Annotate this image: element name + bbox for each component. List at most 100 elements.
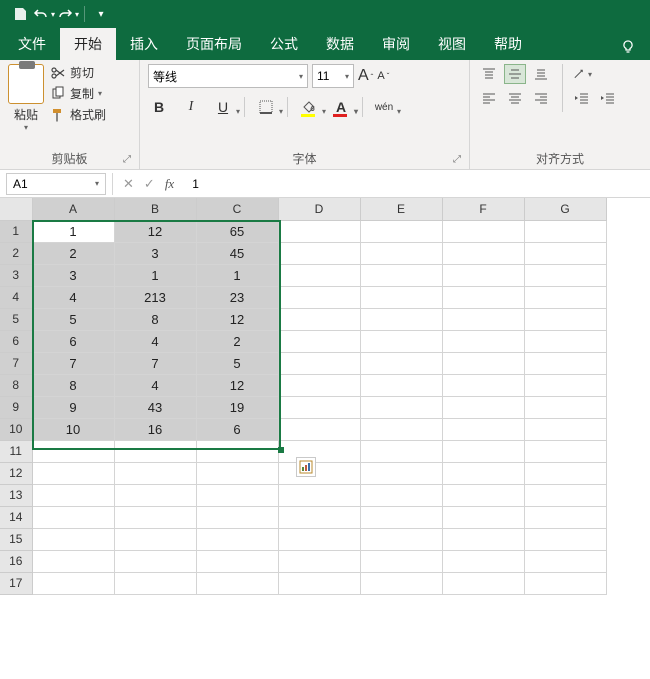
cell[interactable] [278, 572, 360, 594]
customize-qat-icon[interactable]: ▾ [89, 2, 113, 26]
name-box[interactable]: A1 ▾ [6, 173, 106, 195]
cell[interactable] [360, 572, 442, 594]
cell[interactable] [32, 506, 114, 528]
column-header[interactable]: B [114, 198, 196, 220]
cell[interactable] [442, 506, 524, 528]
column-header[interactable]: E [360, 198, 442, 220]
cell[interactable] [360, 242, 442, 264]
decrease-indent-button[interactable] [571, 88, 593, 108]
row-header[interactable]: 3 [0, 264, 32, 286]
cell[interactable]: 7 [114, 352, 196, 374]
cell[interactable]: 3 [114, 242, 196, 264]
align-middle-button[interactable] [504, 64, 526, 84]
cell[interactable]: 3 [32, 264, 114, 286]
formula-input[interactable] [184, 173, 650, 195]
cell[interactable] [524, 550, 606, 572]
cell[interactable]: 1 [32, 220, 114, 242]
cell[interactable] [360, 220, 442, 242]
cell[interactable]: 8 [114, 308, 196, 330]
cell[interactable] [442, 308, 524, 330]
undo-icon[interactable]: ▾ [32, 2, 56, 26]
cell[interactable] [442, 572, 524, 594]
cell[interactable] [278, 308, 360, 330]
cell[interactable]: 6 [196, 418, 278, 440]
row-header[interactable]: 9 [0, 396, 32, 418]
cell[interactable] [524, 484, 606, 506]
cell[interactable] [360, 352, 442, 374]
cell[interactable] [278, 484, 360, 506]
cell[interactable] [442, 352, 524, 374]
cell[interactable] [524, 286, 606, 308]
cell[interactable] [32, 462, 114, 484]
tab-help[interactable]: 帮助 [480, 28, 536, 60]
cell[interactable] [114, 462, 196, 484]
cell[interactable] [278, 220, 360, 242]
cell[interactable] [524, 264, 606, 286]
phonetic-button[interactable]: wén▾ [373, 96, 395, 118]
cell[interactable]: 213 [114, 286, 196, 308]
column-header[interactable]: C [196, 198, 278, 220]
row-header[interactable]: 8 [0, 374, 32, 396]
cell[interactable] [32, 484, 114, 506]
font-name-select[interactable]: 等线 ▾ [148, 64, 308, 88]
cell[interactable]: 12 [114, 220, 196, 242]
cell[interactable] [278, 352, 360, 374]
cell[interactable] [196, 484, 278, 506]
row-header[interactable]: 17 [0, 572, 32, 594]
fill-color-button[interactable]: ▾ [298, 96, 320, 118]
row-header[interactable]: 10 [0, 418, 32, 440]
cell[interactable]: 5 [32, 308, 114, 330]
row-header[interactable]: 6 [0, 330, 32, 352]
cell[interactable] [442, 264, 524, 286]
cell[interactable] [278, 264, 360, 286]
align-bottom-button[interactable] [530, 64, 552, 84]
tab-page-layout[interactable]: 页面布局 [172, 28, 256, 60]
cell[interactable] [524, 528, 606, 550]
cell[interactable] [442, 286, 524, 308]
cell[interactable] [442, 462, 524, 484]
cell[interactable]: 2 [196, 330, 278, 352]
row-header[interactable]: 12 [0, 462, 32, 484]
cell[interactable]: 65 [196, 220, 278, 242]
cell[interactable] [360, 330, 442, 352]
select-all-corner[interactable] [0, 198, 32, 220]
increase-indent-button[interactable] [597, 88, 619, 108]
cell[interactable] [360, 396, 442, 418]
cell[interactable] [278, 396, 360, 418]
save-icon[interactable] [8, 2, 32, 26]
shrink-font-button[interactable]: Aˇ [377, 70, 389, 82]
chevron-down-icon[interactable]: ▾ [24, 123, 28, 132]
cell[interactable] [114, 572, 196, 594]
cell[interactable] [32, 440, 114, 462]
cell[interactable] [278, 528, 360, 550]
cell[interactable] [114, 484, 196, 506]
align-left-button[interactable] [478, 88, 500, 108]
column-header[interactable]: A [32, 198, 114, 220]
cell[interactable]: 6 [32, 330, 114, 352]
orientation-button[interactable]: ▾ [571, 64, 593, 84]
paste-button[interactable]: 粘贴 ▾ [8, 64, 44, 132]
cell[interactable] [278, 418, 360, 440]
fx-icon[interactable]: fx [165, 176, 174, 192]
underline-button[interactable]: U▾ [212, 96, 234, 118]
grow-font-button[interactable]: Aˆ [358, 67, 373, 85]
cell[interactable]: 1 [196, 264, 278, 286]
cell[interactable] [278, 462, 360, 484]
row-header[interactable]: 13 [0, 484, 32, 506]
font-color-button[interactable]: A ▾ [330, 96, 352, 118]
cell[interactable]: 2 [32, 242, 114, 264]
row-header[interactable]: 1 [0, 220, 32, 242]
cell[interactable] [196, 528, 278, 550]
cell[interactable] [442, 242, 524, 264]
cell[interactable] [114, 440, 196, 462]
cell[interactable] [360, 374, 442, 396]
cell[interactable] [278, 374, 360, 396]
cell[interactable] [524, 352, 606, 374]
cell[interactable] [442, 418, 524, 440]
cell[interactable]: 5 [196, 352, 278, 374]
cell[interactable] [196, 462, 278, 484]
row-header[interactable]: 5 [0, 308, 32, 330]
cell[interactable]: 12 [196, 374, 278, 396]
cell[interactable]: 19 [196, 396, 278, 418]
column-header[interactable]: D [278, 198, 360, 220]
